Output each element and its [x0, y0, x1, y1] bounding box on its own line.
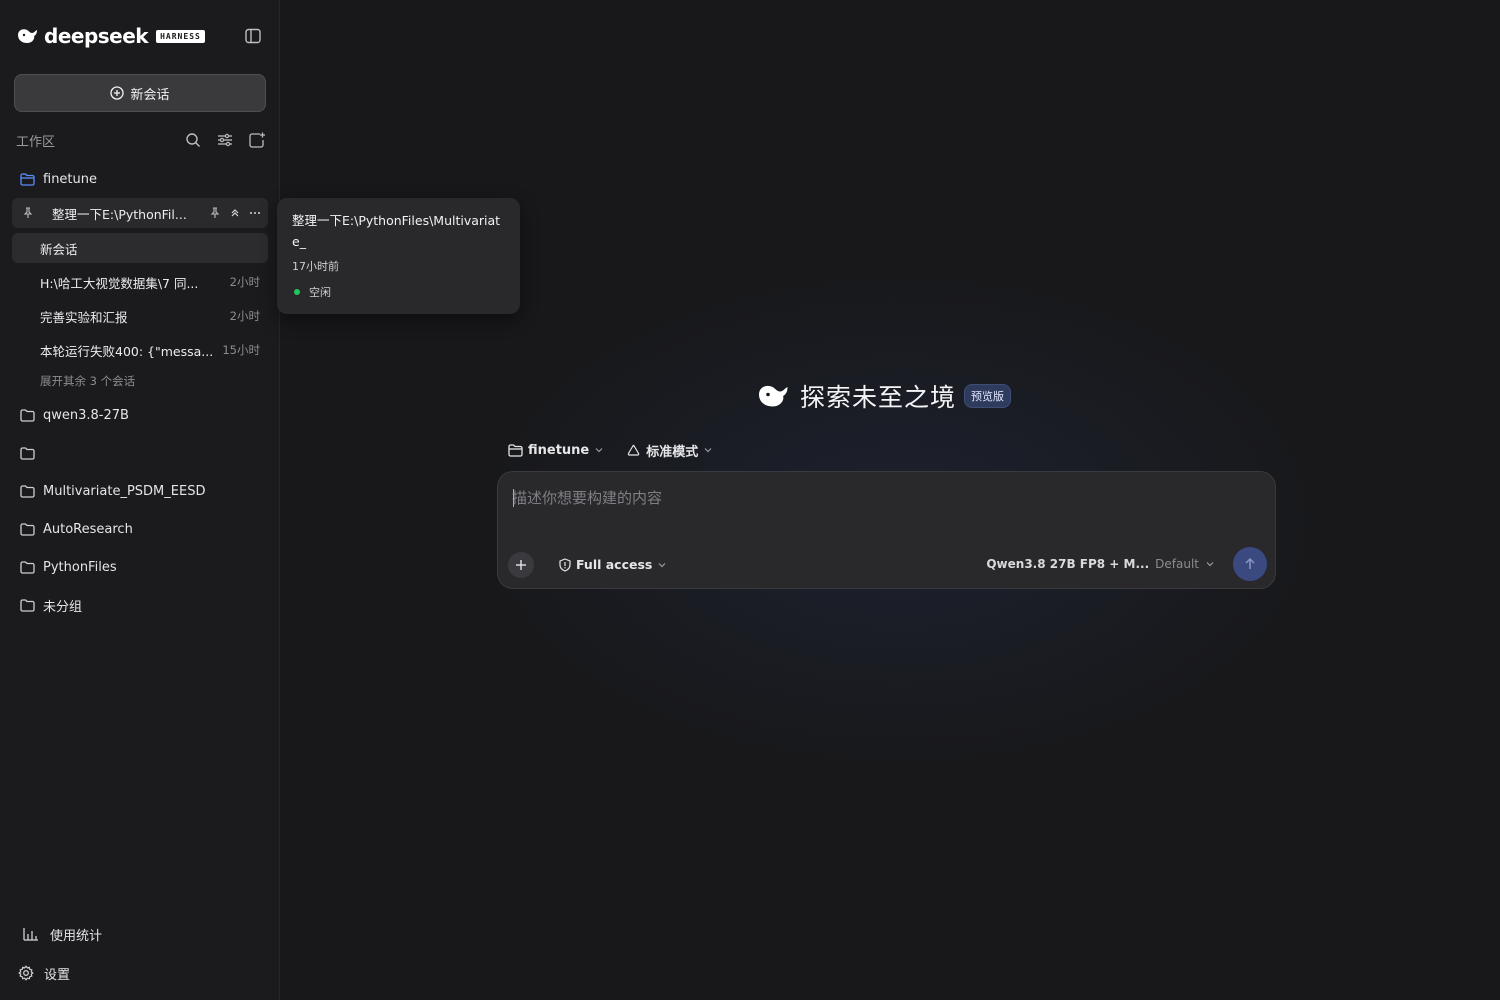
- settings-label: 设置: [44, 967, 71, 983]
- whale-logo-icon: [759, 385, 788, 407]
- folder-unnamed[interactable]: [12, 438, 268, 468]
- mode-selector[interactable]: 标准模式: [626, 441, 713, 460]
- workspace-label: 工作区: [16, 134, 56, 150]
- conversation-time: 15小时: [222, 343, 260, 357]
- folder-pythonfiles[interactable]: PythonFiles: [12, 552, 268, 582]
- bar-chart-icon: [23, 928, 38, 941]
- harness-badge: HARNESS: [156, 29, 205, 43]
- folder-icon: [20, 598, 35, 612]
- tooltip-status: 空闲: [292, 284, 505, 300]
- chevron-down-icon: [1206, 562, 1214, 567]
- folder-icon: [20, 484, 35, 498]
- send-button[interactable]: [1233, 547, 1267, 581]
- plus-circle-icon: [110, 86, 125, 100]
- chevron-down-icon: [595, 448, 603, 453]
- plus-icon: [516, 560, 526, 570]
- mode-selector-label: 标准模式: [646, 444, 699, 460]
- folder-label: qwen3.8-27B: [43, 407, 129, 423]
- conversation-tooltip: 整理一下E:\PythonFiles\Multivariate_ 17小时前 空…: [277, 198, 520, 314]
- main-area: 探索未至之境 预览版 finetune 标准模式 描述你想要构建的内容 Full…: [280, 0, 1500, 1000]
- arrow-up-icon: [1245, 557, 1255, 569]
- workspace-selector[interactable]: finetune: [508, 443, 604, 458]
- folder-open-icon: [20, 172, 35, 186]
- composer: Full access Qwen3.8 27B FP8 + M... Defau…: [497, 471, 1276, 589]
- expand-more-conversations[interactable]: 展开其余 3 个会话: [40, 373, 135, 389]
- model-mode: Default: [1155, 557, 1199, 571]
- hero: 探索未至之境 预览版: [756, 378, 1012, 414]
- conversation-item[interactable]: H:\哈工大视觉数据集\7 同... 2小时: [12, 267, 268, 297]
- pinned-conversation-title: 整理一下E:\PythonFil...: [52, 206, 187, 222]
- folder-qwen[interactable]: qwen3.8-27B: [12, 400, 268, 430]
- gear-icon: [18, 965, 34, 981]
- collapse-up-icon[interactable]: [228, 206, 242, 220]
- folder-open-icon: [508, 443, 523, 457]
- tooltip-title: 整理一下E:\PythonFiles\Multivariate_: [292, 213, 501, 249]
- folder-icon: [20, 560, 35, 574]
- hero-title: 探索未至之境: [800, 383, 957, 412]
- folder-ungrouped[interactable]: 未分组: [12, 590, 268, 620]
- search-icon[interactable]: [184, 131, 202, 149]
- folder-icon: [20, 446, 35, 460]
- folder-label: AutoResearch: [43, 521, 133, 537]
- attach-button[interactable]: [508, 552, 534, 578]
- new-chat-button[interactable]: 新会话: [14, 74, 266, 112]
- filter-icon[interactable]: [216, 131, 234, 149]
- logo-text: deepseek: [44, 24, 149, 48]
- composer-selectors: finetune 标准模式: [508, 440, 735, 460]
- pin-icon: [23, 207, 33, 218]
- folder-autoresearch[interactable]: AutoResearch: [12, 514, 268, 544]
- folder-finetune[interactable]: finetune: [12, 164, 268, 194]
- settings-link[interactable]: 设置: [18, 961, 218, 985]
- chevron-down-icon: [658, 562, 666, 567]
- pinned-conversation[interactable]: 整理一下E:\PythonFil...: [12, 198, 268, 228]
- conversation-title: 完善实验和汇报: [40, 309, 128, 325]
- workspace-header: 工作区: [16, 130, 266, 150]
- conversation-item[interactable]: 本轮运行失败400: {"messa... 15小时: [12, 335, 268, 365]
- conversation-time: 2小时: [229, 309, 260, 323]
- more-options-icon[interactable]: [248, 206, 262, 220]
- tooltip-status-label: 空闲: [309, 286, 331, 299]
- folder-label: PythonFiles: [43, 559, 117, 575]
- sidebar: deepseek HARNESS 新会话 工作区 finetune 整理一下E:…: [0, 0, 280, 1000]
- sidebar-toggle-icon[interactable]: [244, 27, 262, 45]
- recycle-icon: [628, 444, 640, 456]
- tooltip-time: 17小时前: [292, 260, 339, 273]
- conversation-time: 2小时: [229, 275, 260, 289]
- new-chat-label: 新会话: [130, 87, 170, 103]
- preview-badge: 预览版: [964, 384, 1012, 408]
- conversation-title: 新会话: [40, 241, 78, 257]
- usage-stats-link[interactable]: 使用统计: [22, 922, 222, 946]
- shield-icon: [559, 557, 571, 572]
- folder-label: 未分组: [43, 599, 83, 615]
- app-logo[interactable]: deepseek HARNESS: [16, 24, 205, 48]
- new-folder-icon[interactable]: [248, 131, 266, 149]
- folder-label: Multivariate_PSDM_EESD: [43, 483, 206, 499]
- prompt-input[interactable]: [512, 486, 1252, 510]
- access-selector[interactable]: Full access: [558, 557, 667, 572]
- text-caret: [513, 489, 514, 507]
- whale-logo-icon: [18, 29, 37, 43]
- conversation-item[interactable]: 新会话: [12, 233, 268, 263]
- status-dot: [294, 289, 300, 295]
- folder-label: finetune: [43, 171, 97, 187]
- chevron-down-icon: [704, 448, 712, 453]
- unpin-icon[interactable]: [208, 206, 222, 220]
- conversation-title: H:\哈工大视觉数据集\7 同...: [40, 275, 199, 291]
- access-label: Full access: [576, 557, 653, 572]
- conversation-item[interactable]: 完善实验和汇报 2小时: [12, 301, 268, 331]
- folder-multivariate[interactable]: Multivariate_PSDM_EESD: [12, 476, 268, 506]
- usage-stats-label: 使用统计: [50, 928, 103, 944]
- model-selector[interactable]: Qwen3.8 27B FP8 + M... Default: [986, 557, 1215, 571]
- workspace-selector-label: finetune: [528, 442, 590, 458]
- folder-icon: [20, 522, 35, 536]
- model-name: Qwen3.8 27B FP8 + M...: [986, 557, 1150, 571]
- conversation-title: 本轮运行失败400: {"messa...: [40, 343, 214, 359]
- folder-icon: [20, 408, 35, 422]
